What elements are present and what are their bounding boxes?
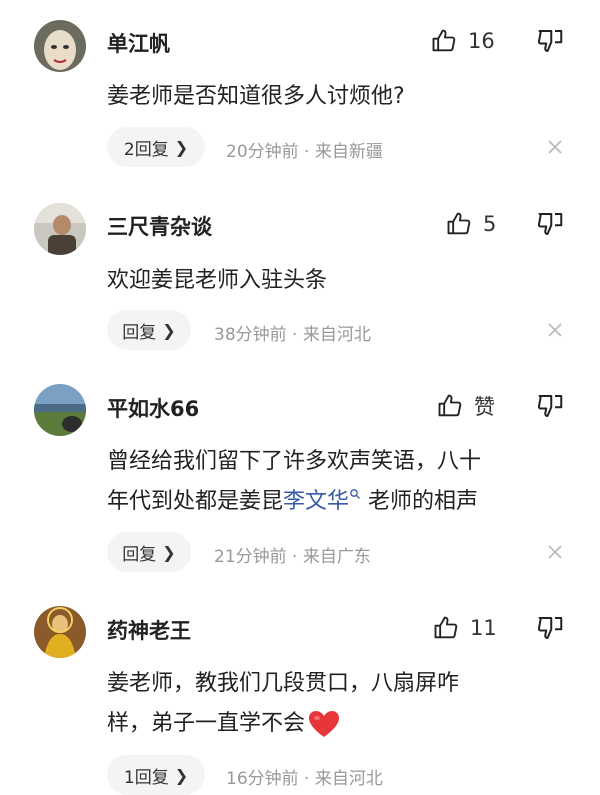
- reply-label: 回复: [122, 322, 157, 343]
- reply-button[interactable]: 2回复 ❯: [107, 127, 205, 167]
- chevron-right-icon: ❯: [174, 765, 189, 785]
- comment-item: 单江帆 16 姜老师是否知道很多人讨烦他? 2回复 ❯ 20分钟前 · 来自新疆: [0, 0, 600, 180]
- reply-label: 回复: [122, 544, 157, 565]
- comment-text: 姜老师是否知道很多人讨烦他?: [107, 84, 405, 109]
- like-count: 5: [483, 212, 497, 236]
- thumbs-up-icon: [438, 394, 462, 417]
- like-button[interactable]: 11: [432, 611, 497, 645]
- chevron-right-icon: ❯: [162, 542, 176, 562]
- chevron-right-icon: ❯: [174, 137, 189, 157]
- thumbs-down-icon: [537, 30, 563, 52]
- comment-text: 姜老师，教我们几段贯口，八扇屏咋 样，弟子一直学不会: [107, 664, 577, 744]
- reply-button[interactable]: 回复 ❯: [107, 310, 191, 350]
- avatar[interactable]: [34, 384, 86, 436]
- comment-item: 药神老王 11 姜老师，教我们几段贯口，八扇屏咋 样，弟子一直学不会 1回复 ❯…: [0, 588, 600, 795]
- like-button[interactable]: 5: [445, 207, 496, 241]
- dislike-button[interactable]: [535, 26, 567, 58]
- dislike-button[interactable]: [535, 613, 567, 645]
- search-icon[interactable]: [349, 488, 361, 500]
- thumbs-up-icon: [432, 29, 456, 52]
- reply-button[interactable]: 1回复 ❯: [107, 755, 205, 795]
- like-button[interactable]: 16: [430, 24, 495, 58]
- reply-label: 1回复: [123, 767, 169, 788]
- comment-meta: 20分钟前 · 来自新疆: [226, 142, 383, 162]
- comment-meta: 38分钟前 · 来自河北: [214, 325, 371, 345]
- like-button[interactable]: 赞: [436, 389, 495, 423]
- comment-text-line: 姜老师，教我们几段贯口，八扇屏咋: [107, 671, 460, 696]
- comment-text-line: 曾经给我们留下了许多欢声笑语，八十: [107, 449, 482, 474]
- reply-label: 2回复: [123, 139, 169, 160]
- username[interactable]: 平如水66: [107, 393, 199, 423]
- comment-text-segment: 年代到处都是姜昆: [107, 489, 284, 514]
- chevron-right-icon: ❯: [162, 320, 176, 340]
- red-heart-icon: [309, 711, 340, 737]
- username[interactable]: 药神老王: [107, 615, 191, 645]
- comment-item: 平如水66 赞 曾经给我们留下了许多欢声笑语，八十 年代到处都是姜昆李文华 老师…: [0, 366, 600, 588]
- thumbs-up-icon: [434, 616, 458, 639]
- comment-meta: 16分钟前 · 来自河北: [226, 769, 383, 789]
- thumbs-down-icon: [537, 395, 563, 417]
- comment-text-line: 样，弟子一直学不会: [107, 704, 577, 744]
- comment-text: 欢迎姜昆老师入驻头条: [107, 268, 328, 293]
- like-count: 赞: [474, 395, 495, 419]
- thumbs-down-icon: [537, 617, 563, 639]
- thumbs-up-icon: [447, 212, 471, 235]
- dislike-button[interactable]: [535, 391, 567, 423]
- avatar[interactable]: [34, 20, 86, 72]
- username[interactable]: 单江帆: [107, 28, 170, 58]
- thumbs-down-icon: [537, 213, 563, 235]
- comment-text: 曾经给我们留下了许多欢声笑语，八十 年代到处都是姜昆李文华 老师的相声: [107, 442, 577, 522]
- comment-item: 三尺青杂谈 5 欢迎姜昆老师入驻头条 回复 ❯ 38分钟前 · 来自河北: [0, 183, 600, 363]
- comment-text-segment: 样，弟子一直学不会: [107, 711, 306, 736]
- close-icon[interactable]: [546, 543, 564, 561]
- like-count: 11: [470, 616, 497, 640]
- like-count: 16: [468, 29, 495, 53]
- close-icon[interactable]: [546, 321, 564, 339]
- avatar[interactable]: [34, 203, 86, 255]
- comment-text-line: 年代到处都是姜昆李文华 老师的相声: [107, 482, 577, 522]
- comment-meta: 21分钟前 · 来自广东: [214, 547, 371, 567]
- dislike-button[interactable]: [535, 209, 567, 241]
- avatar[interactable]: [34, 606, 86, 658]
- comment-text-segment: 老师的相声: [361, 489, 479, 514]
- search-tag-link[interactable]: 李文华: [283, 489, 349, 514]
- username[interactable]: 三尺青杂谈: [107, 211, 212, 241]
- reply-button[interactable]: 回复 ❯: [107, 532, 191, 572]
- close-icon[interactable]: [546, 138, 564, 156]
